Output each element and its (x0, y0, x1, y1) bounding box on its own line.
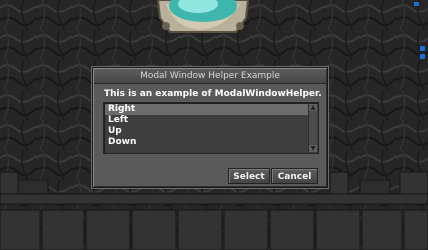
option-up[interactable]: Up (105, 126, 308, 137)
list-scrollbar[interactable]: ▲ ▼ (308, 104, 317, 152)
cancel-button[interactable]: Cancel (271, 168, 318, 184)
scroll-up-arrow-icon[interactable]: ▲ (309, 104, 317, 111)
options-list[interactable]: Right Left Up Down ▲ ▼ (103, 102, 319, 154)
scroll-down-arrow-icon[interactable]: ▼ (309, 145, 317, 152)
modal-title[interactable]: Modal Window Helper Example (94, 69, 326, 84)
orb-ornament (156, 0, 250, 33)
modal-message: This is an example of ModalWindowHelper. (104, 89, 322, 99)
option-right[interactable]: Right (105, 104, 308, 115)
modal-window: Modal Window Helper Example This is an e… (92, 67, 328, 188)
option-down[interactable]: Down (105, 137, 308, 148)
option-left[interactable]: Left (105, 115, 308, 126)
select-button[interactable]: Select (228, 168, 270, 184)
